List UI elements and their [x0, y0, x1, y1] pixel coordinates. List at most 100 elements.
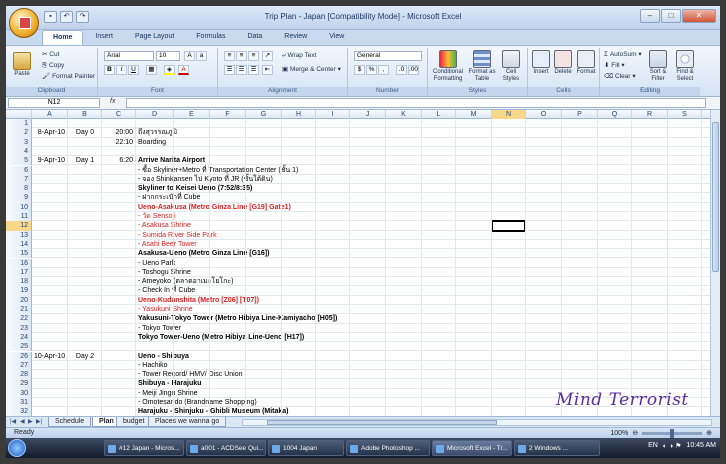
row-header[interactable]: 16	[6, 258, 32, 268]
row-header[interactable]: 30	[6, 388, 32, 398]
tab-home[interactable]: Home	[42, 30, 84, 45]
zoom-level[interactable]: 100%	[610, 430, 628, 437]
name-box[interactable]: N12	[8, 98, 100, 108]
cell-D28[interactable]: - Tower Record/ HMV/ Disc Union	[138, 370, 243, 379]
font-size-select[interactable]: 10	[156, 51, 180, 61]
cell-D30[interactable]: - Meiji Jingu Shrine	[138, 389, 198, 398]
select-all-corner[interactable]	[6, 110, 32, 119]
column-header-M[interactable]: M	[456, 110, 492, 119]
shrink-font-button[interactable]: a	[196, 51, 207, 61]
taskbar-item[interactable]: #12 Japan - Micros...	[104, 440, 184, 456]
cell-D21[interactable]: - Yasukuni Shrine	[138, 305, 193, 314]
column-header-H[interactable]: H	[282, 110, 316, 119]
cell-C3[interactable]: 22:10	[104, 138, 133, 147]
row-header[interactable]: 22	[6, 314, 32, 324]
tab-review[interactable]: Review	[274, 30, 317, 45]
align-left-icon[interactable]: ☰	[224, 65, 235, 75]
column-header-D[interactable]: D	[136, 110, 174, 119]
cell-D2[interactable]: ถึงสุวรรณภูมิ	[138, 128, 177, 137]
paste-button[interactable]: Paste	[10, 52, 34, 78]
row-header[interactable]: 32	[6, 407, 32, 416]
row-header[interactable]: 8	[6, 184, 32, 194]
start-button[interactable]	[8, 439, 26, 457]
row-header[interactable]: 23	[6, 323, 32, 333]
conditional-formatting-button[interactable]: Conditional Formatting	[430, 50, 466, 83]
row-header[interactable]: 13	[6, 230, 32, 240]
align-bottom-icon[interactable]: ≡	[248, 51, 259, 61]
tab-page-layout[interactable]: Page Layout	[125, 30, 184, 45]
cell-C2[interactable]: 20:00	[104, 128, 133, 137]
row-header[interactable]: 4	[6, 146, 32, 157]
row-header[interactable]: 14	[6, 239, 32, 250]
vertical-scrollbar[interactable]	[710, 110, 720, 416]
column-header-S[interactable]: S	[668, 110, 702, 119]
cell-D32[interactable]: Harajuku - Shinjuku - Ghibli Museum (Mit…	[138, 407, 289, 416]
clear-button[interactable]: ⌫ Clear ▾	[604, 73, 636, 81]
cell-D27[interactable]: - Hachiko	[138, 361, 168, 370]
zoom-out-icon[interactable]: ⊖	[632, 429, 638, 437]
copy-button[interactable]: ⎘ Copy	[42, 62, 64, 70]
column-header-Q[interactable]: Q	[598, 110, 632, 119]
format-as-table-button[interactable]: Format as Table	[468, 50, 496, 83]
row-header[interactable]: 5	[6, 156, 32, 166]
cell-D31[interactable]: - Omotesando (Brandname Shopping)	[138, 398, 257, 407]
row-header[interactable]: 10	[6, 202, 32, 212]
taskbar-item[interactable]: Adobe Photoshop ...	[346, 440, 430, 456]
row-header[interactable]: 12	[6, 221, 32, 231]
row-header[interactable]: 3	[6, 137, 32, 147]
cell-D19[interactable]: - Check In ที่ Cube	[138, 286, 195, 295]
column-header-P[interactable]: P	[562, 110, 598, 119]
sheet-tab-places-we-wanna-go[interactable]: Places we wanna go	[148, 417, 227, 427]
borders-icon[interactable]: ▦	[146, 65, 157, 75]
underline-button[interactable]: U	[128, 65, 139, 75]
cell-D11[interactable]: - วัด Sensoji	[138, 212, 176, 221]
cell-styles-button[interactable]: Cell Styles	[498, 50, 524, 83]
column-header-L[interactable]: L	[422, 110, 456, 119]
column-header-G[interactable]: G	[246, 110, 282, 119]
number-format-select[interactable]: General	[354, 51, 422, 61]
cell-D3[interactable]: Boarding	[138, 138, 166, 147]
align-top-icon[interactable]: ≡	[224, 51, 235, 61]
indent-icon[interactable]: ⇤	[262, 65, 273, 75]
column-header-B[interactable]: B	[68, 110, 102, 119]
increase-decimal-icon[interactable]: .0	[396, 65, 407, 75]
cell-D9[interactable]: - ฝากกระเป๋าที่ Cube	[138, 193, 200, 202]
format-painter-button[interactable]: 🖌 Format Painter	[42, 73, 95, 81]
row-header[interactable]: 31	[6, 398, 32, 408]
row-header[interactable]: 25	[6, 342, 32, 352]
grow-font-button[interactable]: A	[184, 51, 195, 61]
tray-icons[interactable]: ◐ ◑ ⚑	[663, 442, 682, 450]
office-button[interactable]	[9, 8, 39, 38]
row-header[interactable]: 27	[6, 360, 32, 371]
row-header[interactable]: 1	[6, 119, 32, 129]
column-header-E[interactable]: E	[174, 110, 210, 119]
italic-button[interactable]: I	[116, 65, 127, 75]
cell-D20[interactable]: Ueno-Kudanshita (Metro [Z06] [T07])	[138, 296, 259, 305]
cell-B26[interactable]: Day 2	[70, 352, 100, 361]
row-header[interactable]: 20	[6, 295, 32, 305]
minimize-button[interactable]: –	[640, 9, 660, 23]
cell-D23[interactable]: - Tokyo Tower	[138, 324, 181, 333]
column-header-C[interactable]: C	[102, 110, 136, 119]
cell-D15[interactable]: Asakusa-Ueno (Metro Ginza Line [G16])	[138, 249, 269, 258]
column-header-R[interactable]: R	[632, 110, 668, 119]
comma-icon[interactable]: ,	[378, 65, 389, 75]
tab-insert[interactable]: Insert	[85, 30, 123, 45]
column-header-K[interactable]: K	[386, 110, 422, 119]
currency-icon[interactable]: $	[354, 65, 365, 75]
cell-A2[interactable]: 8-Apr-10	[34, 128, 65, 137]
cell-D16[interactable]: - Ueno Park	[138, 259, 175, 268]
cell-D6[interactable]: - ซื้อ Skyliner+Metro ที่ Transportation…	[138, 166, 298, 175]
find-select-button[interactable]: Find & Select	[672, 50, 698, 83]
column-header-N[interactable]: N	[492, 110, 526, 119]
next-sheet-icon[interactable]: ▶	[28, 418, 33, 425]
taskbar-item[interactable]: a001 - ACDSee Qui...	[186, 440, 266, 456]
cell-D8[interactable]: Skyliner to Keisei Ueno (7:52/8:35)	[138, 184, 252, 193]
cell-D10[interactable]: Ueno-Asakusa (Metro Ginza Line [G19] Gat…	[138, 203, 291, 212]
wrap-text-button[interactable]: ⤶ Wrap Text	[282, 52, 316, 60]
row-header[interactable]: 19	[6, 286, 32, 296]
row-header[interactable]: 2	[6, 128, 32, 138]
row-header[interactable]: 18	[6, 277, 32, 287]
taskbar-item[interactable]: Microsoft Excel - Tr...	[432, 440, 512, 456]
row-header[interactable]: 7	[6, 174, 32, 185]
